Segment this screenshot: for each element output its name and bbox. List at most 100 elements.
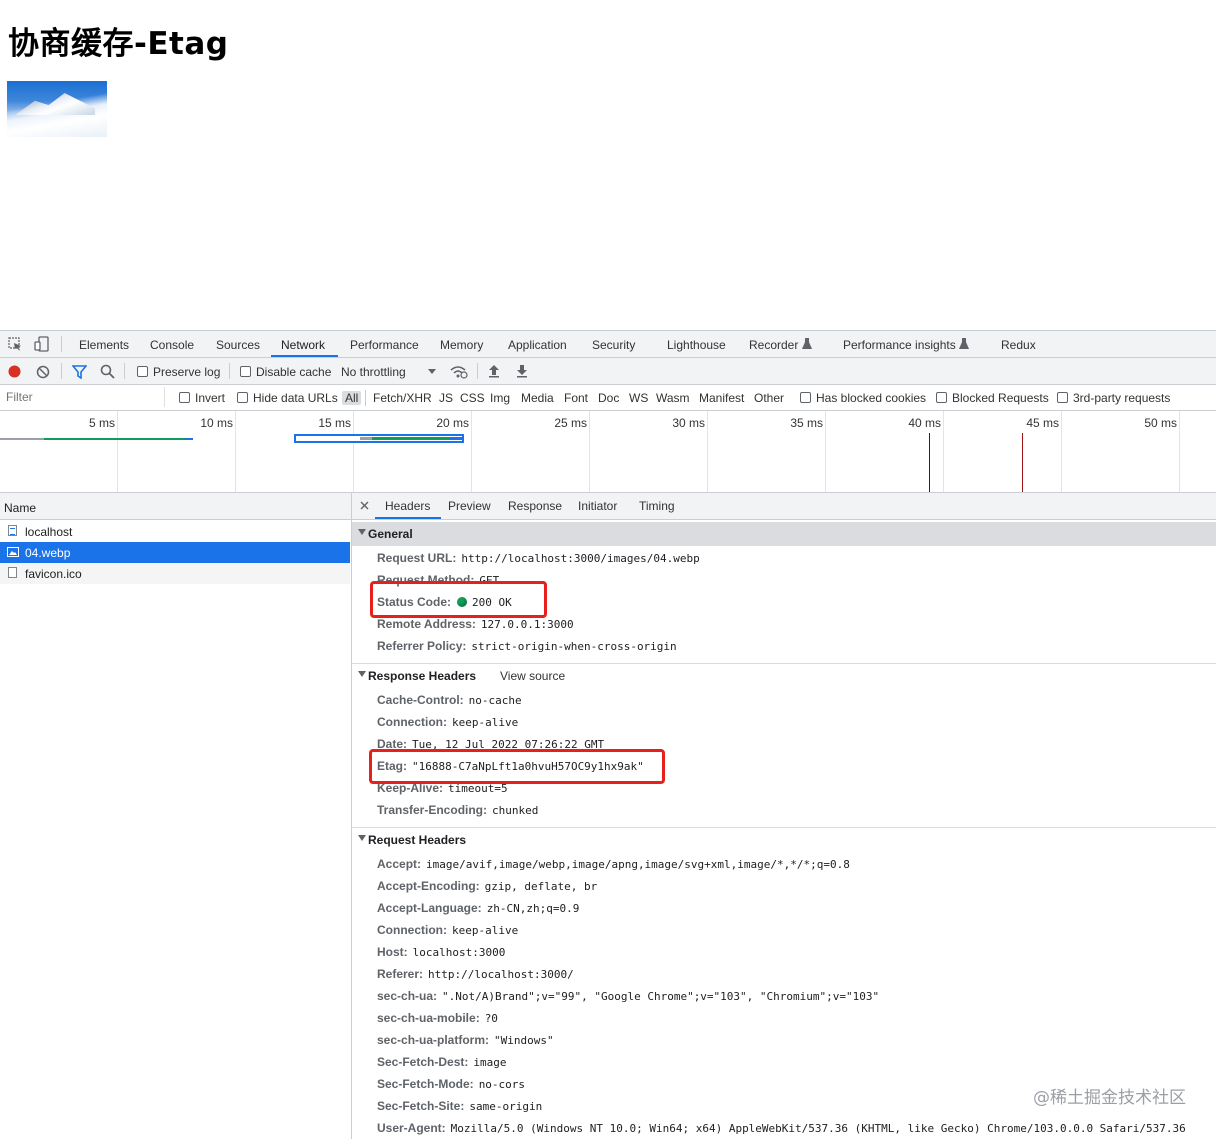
- device-toolbar-icon[interactable]: [34, 336, 50, 352]
- general-section-title: General: [368, 527, 413, 541]
- close-icon[interactable]: [360, 501, 369, 510]
- view-source-link[interactable]: View source: [500, 669, 565, 683]
- timeline-tick: 25 ms: [554, 416, 587, 430]
- filter-input[interactable]: [0, 387, 165, 407]
- disable-cache-checkbox[interactable]: Disable cache: [240, 365, 331, 379]
- inspect-element-icon[interactable]: [8, 337, 22, 351]
- disable-cache-label: Disable cache: [256, 365, 332, 379]
- network-conditions-icon[interactable]: [450, 364, 468, 379]
- third-party-requests-checkbox[interactable]: 3rd-party requests: [1057, 391, 1170, 405]
- filter-type-media[interactable]: Media: [521, 391, 554, 405]
- tab-lighthouse[interactable]: Lighthouse: [667, 338, 726, 352]
- header-key: Accept-Language:: [377, 901, 482, 915]
- header-value: no-cache: [468, 694, 522, 707]
- filter-type-wasm[interactable]: Wasm: [656, 391, 690, 405]
- header-key: Remote Address:: [377, 617, 476, 631]
- page-title: 协商缓存-Etag: [8, 26, 229, 62]
- network-overview-timeline[interactable]: 5 ms 10 ms 15 ms 20 ms 25 ms 30 ms 35 ms…: [0, 411, 1216, 493]
- header-key: Referer:: [377, 967, 424, 981]
- header-key: sec-ch-ua-mobile:: [377, 1011, 480, 1025]
- invert-checkbox[interactable]: Invert: [179, 391, 225, 405]
- filter-type-font[interactable]: Font: [564, 391, 588, 405]
- tab-security[interactable]: Security: [592, 338, 635, 352]
- file-icon: [8, 567, 17, 578]
- filter-type-img[interactable]: Img: [490, 391, 510, 405]
- tab-elements[interactable]: Elements: [79, 338, 129, 352]
- tab-recorder[interactable]: Recorder: [749, 338, 798, 352]
- response-headers-title: Response Headers: [368, 669, 477, 683]
- tab-response[interactable]: Response: [508, 499, 562, 513]
- header-value: ?0: [484, 1012, 498, 1025]
- mountain-image: [7, 81, 107, 137]
- has-blocked-cookies-checkbox[interactable]: Has blocked cookies: [800, 391, 926, 405]
- filter-icon[interactable]: [72, 365, 87, 379]
- filter-type-other[interactable]: Other: [754, 391, 784, 405]
- tab-redux[interactable]: Redux: [1001, 338, 1036, 352]
- throttling-select[interactable]: No throttling: [341, 365, 406, 379]
- tab-headers[interactable]: Headers: [385, 499, 430, 513]
- tab-performance[interactable]: Performance: [350, 338, 419, 352]
- tab-network[interactable]: Network: [281, 338, 325, 352]
- import-har-icon[interactable]: [488, 364, 500, 378]
- header-row: Accept-Language: zh-CN,zh;q=0.9: [377, 901, 579, 915]
- tab-application[interactable]: Application: [508, 338, 567, 352]
- filter-type-doc[interactable]: Doc: [598, 391, 619, 405]
- header-row: Connection: keep-alive: [377, 923, 518, 937]
- header-value: zh-CN,zh;q=0.9: [486, 902, 580, 915]
- tab-timing[interactable]: Timing: [639, 499, 675, 513]
- hide-data-urls-label: Hide data URLs: [253, 391, 338, 405]
- header-value: image/avif,image/webp,image/apng,image/s…: [426, 858, 850, 871]
- flask-icon: [959, 338, 969, 349]
- tab-memory[interactable]: Memory: [440, 338, 483, 352]
- chevron-down-icon[interactable]: [428, 369, 436, 375]
- flask-icon: [802, 338, 812, 349]
- timeline-tick: 40 ms: [908, 416, 941, 430]
- timeline-tick: 50 ms: [1144, 416, 1177, 430]
- record-icon[interactable]: [8, 365, 21, 378]
- header-row: Referrer Policy: strict-origin-when-cross…: [377, 639, 677, 653]
- header-key: Accept-Encoding:: [377, 879, 480, 893]
- filter-type-fetch-xhr[interactable]: Fetch/XHR: [373, 391, 432, 405]
- header-key: Request URL:: [377, 551, 457, 565]
- tab-initiator[interactable]: Initiator: [578, 499, 617, 513]
- header-key: User-Agent:: [377, 1121, 446, 1135]
- name-column-header[interactable]: Name: [0, 493, 351, 520]
- detail-tabbar: Headers Preview Response Initiator Timin…: [352, 493, 1216, 520]
- tab-console[interactable]: Console: [150, 338, 194, 352]
- header-value: no-cors: [478, 1078, 526, 1091]
- header-row: Remote Address: 127.0.0.1:3000: [377, 617, 574, 631]
- search-icon[interactable]: [100, 364, 115, 379]
- hide-data-urls-checkbox[interactable]: Hide data URLs: [237, 391, 338, 405]
- filter-type-js[interactable]: JS: [439, 391, 453, 405]
- header-row: Request URL: http://localhost:3000/images…: [377, 551, 700, 565]
- header-value: chunked: [492, 804, 539, 817]
- general-section-header[interactable]: General: [352, 522, 1216, 546]
- network-toolbar: Preserve log Disable cache No throttling: [0, 358, 1216, 385]
- header-row: Sec-Fetch-Dest: image: [377, 1055, 506, 1069]
- timeline-tick: 30 ms: [672, 416, 705, 430]
- preserve-log-checkbox[interactable]: Preserve log: [137, 365, 220, 379]
- header-key: Connection:: [377, 715, 447, 729]
- expand-triangle-icon: [358, 529, 366, 535]
- request-list: Name localhost 04.webp favicon.ico: [0, 493, 352, 1139]
- request-row-selected[interactable]: 04.webp: [0, 542, 350, 563]
- active-tab-indicator: [271, 355, 338, 357]
- tab-sources[interactable]: Sources: [216, 338, 260, 352]
- header-row: Referer: http://localhost:3000/: [377, 967, 574, 981]
- tab-performance-insights[interactable]: Performance insights: [843, 338, 956, 352]
- request-row[interactable]: localhost: [0, 521, 350, 542]
- filter-type-manifest[interactable]: Manifest: [699, 391, 744, 405]
- filter-type-css[interactable]: CSS: [460, 391, 485, 405]
- header-value: image: [473, 1056, 507, 1069]
- header-value: keep-alive: [452, 924, 519, 937]
- request-headers-section-header[interactable]: Request Headers: [352, 828, 1216, 852]
- export-har-icon[interactable]: [516, 364, 528, 378]
- filter-type-all[interactable]: All: [342, 391, 362, 405]
- tab-preview[interactable]: Preview: [448, 499, 491, 513]
- blocked-requests-checkbox[interactable]: Blocked Requests: [936, 391, 1049, 405]
- filter-type-ws[interactable]: WS: [629, 391, 648, 405]
- request-row[interactable]: favicon.ico: [0, 563, 350, 584]
- clear-icon[interactable]: [36, 365, 50, 379]
- response-headers-section-header[interactable]: Response Headers View source: [352, 664, 1216, 688]
- header-key: Transfer-Encoding:: [377, 803, 488, 817]
